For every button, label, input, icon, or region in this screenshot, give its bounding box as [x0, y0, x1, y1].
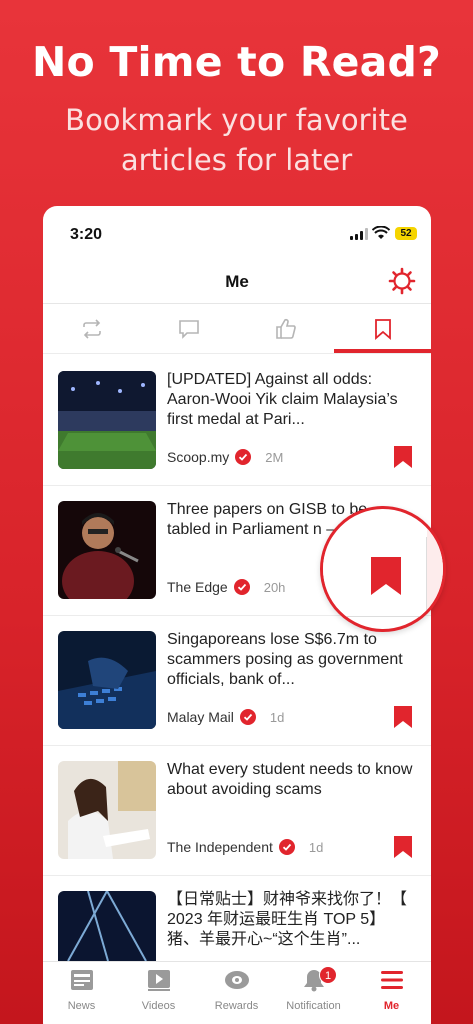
article-age: 2M: [265, 449, 284, 465]
wifi-icon: [372, 226, 390, 239]
menu-icon: [380, 971, 403, 989]
bookmark-filled-icon[interactable]: [394, 836, 412, 858]
article-meta: Scoop.my 2M: [167, 449, 283, 465]
page-title: Me: [225, 272, 249, 291]
article-thumbnail: [58, 761, 156, 859]
article-meta: The Edge 20h: [167, 579, 285, 595]
article-headline[interactable]: 【日常贴士】财神爷来找你了！【 2023 年财运最旺生肖 TOP 5】猪、羊最开…: [167, 890, 415, 950]
comment-icon: [178, 320, 199, 339]
tab-videos[interactable]: Videos: [120, 968, 197, 1012]
hero-subtitle: Bookmark your favorite articles for late…: [65, 103, 408, 177]
profile-tabs: [43, 304, 431, 354]
rewards-icon: [224, 971, 249, 989]
article-headline[interactable]: Singaporeans lose S$6.7m to scammers pos…: [167, 630, 415, 690]
battery-icon: 52: [395, 227, 417, 240]
article-thumbnail: [58, 371, 156, 469]
article-thumbnail: [58, 631, 156, 729]
callout-shade: [427, 509, 443, 629]
gear-icon[interactable]: [388, 267, 416, 295]
tab-label: News: [67, 1000, 96, 1012]
bookmark-icon: [374, 319, 391, 340]
status-bar: 3:20 52: [43, 206, 431, 262]
bookmark-zoom-callout: [320, 506, 446, 632]
tab-label: Rewards: [214, 1000, 259, 1012]
bottom-tab-bar: News Videos Rewards 1 Notification Me: [43, 961, 431, 1024]
tab-news[interactable]: News: [43, 968, 120, 1012]
tab-reposts[interactable]: [43, 304, 140, 354]
signal-icon: [350, 228, 368, 240]
article-age: 1d: [269, 709, 285, 725]
article-thumbnail: [58, 501, 156, 599]
list-item[interactable]: What every student needs to know about a…: [43, 746, 431, 876]
verified-icon: [239, 709, 256, 725]
tab-rewards[interactable]: Rewards: [198, 968, 275, 1012]
news-icon: [70, 970, 93, 990]
tab-label: Notification: [286, 1000, 341, 1012]
status-time: 3:20: [70, 226, 103, 243]
article-age: 20h: [263, 579, 286, 595]
article-source[interactable]: Malay Mail: [167, 709, 234, 725]
active-tab-indicator: [334, 349, 431, 353]
tab-label: Videos: [141, 1000, 176, 1012]
article-age: 1d: [308, 839, 324, 855]
tab-comments[interactable]: [140, 304, 237, 354]
hero-title: No Time to Read?: [32, 38, 441, 86]
video-icon: [147, 970, 170, 991]
tab-likes[interactable]: [237, 304, 334, 354]
article-meta: Malay Mail 1d: [167, 709, 284, 725]
article-headline[interactable]: [UPDATED] Against all odds: Aaron-Wooi Y…: [167, 370, 415, 430]
bookmark-filled-icon[interactable]: [371, 557, 401, 595]
bookmark-filled-icon[interactable]: [394, 446, 412, 468]
article-source[interactable]: The Independent: [167, 839, 273, 855]
verified-icon: [233, 579, 250, 595]
verified-icon: [278, 839, 295, 855]
repost-icon: [82, 319, 101, 339]
verified-icon: [235, 449, 252, 465]
tab-bookmarks[interactable]: [334, 304, 431, 354]
article-source[interactable]: The Edge: [167, 579, 228, 595]
tab-notification[interactable]: 1 Notification: [275, 966, 352, 1012]
tab-me[interactable]: Me: [353, 968, 430, 1012]
top-bar: Me: [43, 262, 431, 304]
notification-badge: 1: [319, 966, 337, 984]
bookmark-filled-icon[interactable]: [394, 706, 412, 728]
article-source[interactable]: Scoop.my: [167, 449, 229, 465]
article-headline[interactable]: What every student needs to know about a…: [167, 760, 415, 820]
list-item[interactable]: [UPDATED] Against all odds: Aaron-Wooi Y…: [43, 356, 431, 486]
like-icon: [275, 318, 296, 339]
tab-label: Me: [383, 1000, 400, 1012]
list-item[interactable]: Singaporeans lose S$6.7m to scammers pos…: [43, 616, 431, 746]
article-meta: The Independent 1d: [167, 839, 323, 855]
